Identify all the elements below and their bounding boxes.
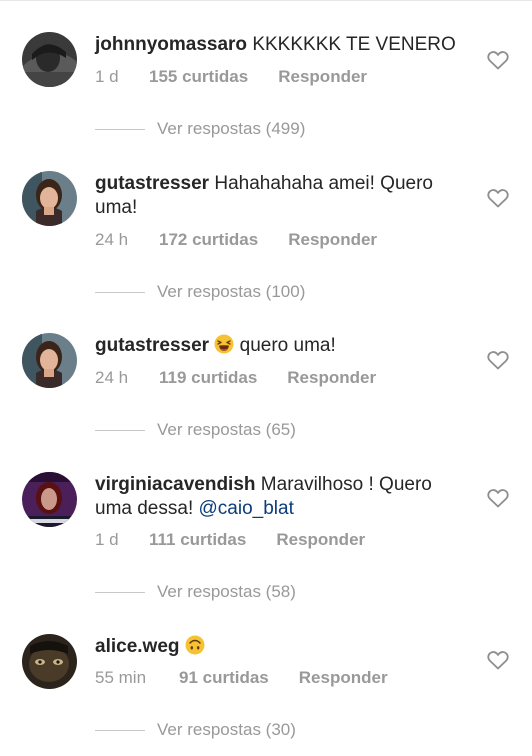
- avatar[interactable]: [22, 472, 77, 527]
- view-replies-label[interactable]: Ver respostas (58): [157, 582, 296, 601]
- comment-meta: 24 h 119 curtidas Responder: [95, 368, 376, 388]
- comment-username[interactable]: gutastresser: [95, 335, 209, 356]
- comment-text: gutastresser quero uma!: [95, 334, 467, 358]
- view-replies-button[interactable]: Ver respostas (499): [95, 119, 305, 139]
- comment-likes[interactable]: 119 curtidas: [159, 368, 257, 387]
- comment-meta: 1 d 111 curtidas Responder: [95, 530, 365, 550]
- comment-time: 1 d: [95, 67, 119, 86]
- reply-button[interactable]: Responder: [276, 530, 365, 549]
- laughing-emoji-icon: [214, 334, 234, 354]
- replies-divider: [95, 128, 145, 130]
- avatar[interactable]: [22, 171, 77, 226]
- view-replies-label[interactable]: Ver respostas (65): [157, 420, 296, 439]
- top-divider: [0, 0, 532, 1]
- comment-likes[interactable]: 111 curtidas: [149, 530, 246, 549]
- comment-time: 24 h: [95, 368, 129, 387]
- comment-time: 55 min: [95, 668, 147, 687]
- reply-button[interactable]: Responder: [299, 668, 388, 687]
- comment-likes[interactable]: 172 curtidas: [159, 230, 258, 249]
- view-replies-button[interactable]: Ver respostas (30): [95, 720, 296, 740]
- avatar[interactable]: [22, 32, 77, 87]
- reply-button[interactable]: Responder: [278, 67, 367, 86]
- heart-outline-icon[interactable]: [487, 188, 509, 208]
- comment-username[interactable]: johnnyomassaro: [95, 34, 247, 55]
- comment-time: 1 d: [95, 530, 119, 549]
- comment-meta: 55 min 91 curtidas Responder: [95, 668, 388, 688]
- heart-outline-icon[interactable]: [487, 350, 509, 370]
- comment-time: 24 h: [95, 230, 129, 249]
- heart-outline-icon[interactable]: [487, 50, 509, 70]
- avatar[interactable]: [22, 634, 77, 689]
- comment-text: alice.weg: [95, 635, 467, 659]
- comment-meta: 24 h 172 curtidas Responder: [95, 230, 377, 250]
- view-replies-button[interactable]: Ver respostas (100): [95, 282, 305, 302]
- comment-text: johnnyomassaro KKKKKKK TE VENERO: [95, 33, 467, 57]
- avatar[interactable]: [22, 333, 77, 388]
- upside-down-face-emoji-icon: [185, 635, 205, 655]
- reply-button[interactable]: Responder: [287, 368, 376, 387]
- comment-text: gutastresser Hahahahaha amei! Quero uma!: [95, 172, 467, 220]
- comment-message: KKKKKKK TE VENERO: [247, 34, 456, 55]
- view-replies-button[interactable]: Ver respostas (58): [95, 582, 296, 602]
- replies-divider: [95, 729, 145, 731]
- comment-likes[interactable]: 155 curtidas: [149, 67, 248, 86]
- comment-username[interactable]: virginiacavendish: [95, 474, 256, 495]
- view-replies-button[interactable]: Ver respostas (65): [95, 420, 296, 440]
- replies-divider: [95, 591, 145, 593]
- comment-likes[interactable]: 91 curtidas: [179, 668, 269, 687]
- replies-divider: [95, 429, 145, 431]
- view-replies-label[interactable]: Ver respostas (499): [157, 119, 305, 138]
- comment-username[interactable]: alice.weg: [95, 636, 180, 657]
- replies-divider: [95, 291, 145, 293]
- reply-button[interactable]: Responder: [288, 230, 377, 249]
- heart-outline-icon[interactable]: [487, 488, 509, 508]
- view-replies-label[interactable]: Ver respostas (100): [157, 282, 305, 301]
- comment-text: virginiacavendish Maravilhoso ! Quero um…: [95, 473, 467, 521]
- comment-username[interactable]: gutastresser: [95, 173, 209, 194]
- heart-outline-icon[interactable]: [487, 650, 509, 670]
- view-replies-label[interactable]: Ver respostas (30): [157, 720, 296, 739]
- comment-message: quero uma!: [234, 335, 336, 356]
- mention-link[interactable]: @caio_blat: [199, 498, 294, 519]
- comment-meta: 1 d 155 curtidas Responder: [95, 67, 367, 87]
